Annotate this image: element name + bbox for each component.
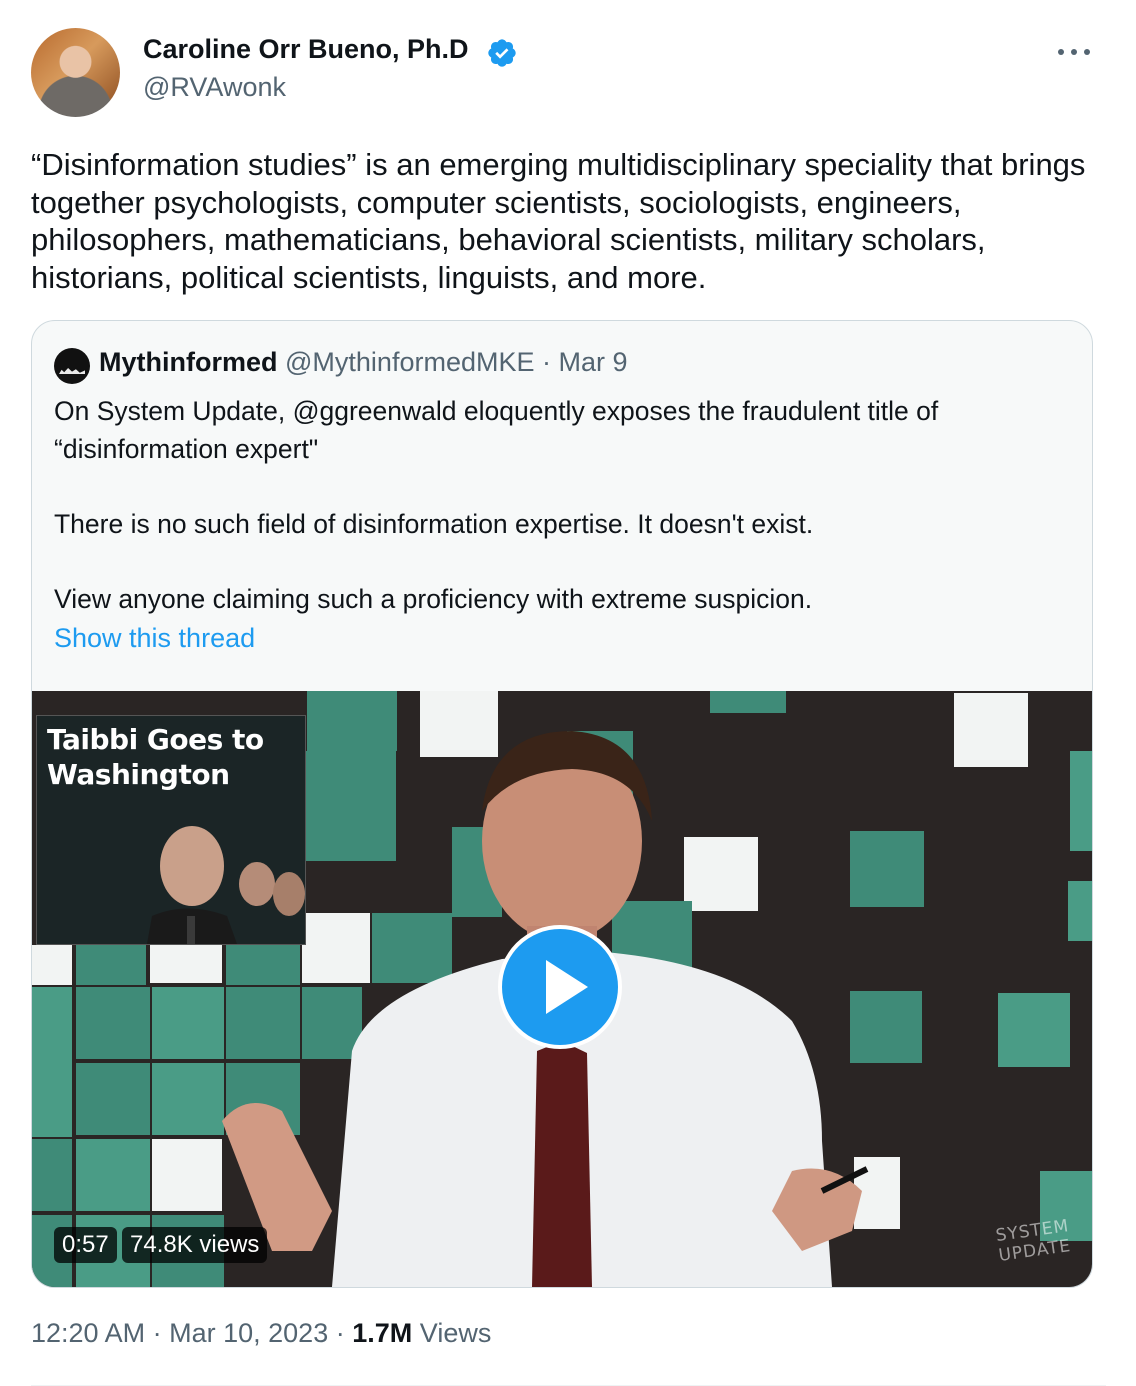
- view-count: 1.7M: [352, 1318, 413, 1348]
- show-thread-link[interactable]: Show this thread: [54, 623, 255, 654]
- tweet-time[interactable]: 12:20 AM: [31, 1318, 145, 1348]
- quoted-text: On System Update, @ggreenwald eloquently…: [54, 393, 1064, 618]
- inset-title: Taibbi Goes to Washington: [47, 723, 264, 791]
- quoted-date: Mar 9: [558, 347, 628, 377]
- quoted-text-line-2: There is no such field of disinformation…: [54, 508, 814, 539]
- views-label: Views: [419, 1318, 492, 1348]
- tweet-metadata: 12:20 AM · Mar 10, 2023 · 1.7M Views: [31, 1318, 491, 1349]
- author-name[interactable]: Caroline Orr Bueno, Ph.D: [143, 34, 469, 65]
- quoted-text-line-1: On System Update, @ggreenwald eloquently…: [54, 396, 939, 464]
- tweet-date[interactable]: Mar 10, 2023: [169, 1318, 328, 1348]
- quoted-header: Mythinformed @MythinformedMKE · Mar 9: [99, 347, 628, 378]
- author-handle[interactable]: @RVAwonk: [143, 72, 286, 103]
- meta-separator: ·: [335, 1318, 345, 1348]
- video-views: 74.8K views: [122, 1227, 268, 1263]
- video-player[interactable]: Taibbi Goes to Washington 0:57 74.8K vie…: [32, 691, 1092, 1287]
- quoted-author-name: Mythinformed: [99, 347, 278, 377]
- video-duration: 0:57: [54, 1227, 117, 1263]
- quoted-separator: ·: [542, 347, 552, 377]
- play-icon[interactable]: [498, 925, 622, 1049]
- meta-separator: ·: [152, 1318, 162, 1348]
- quoted-author-handle: @MythinformedMKE: [285, 347, 535, 377]
- quoted-author-avatar: [54, 348, 90, 384]
- quoted-text-line-3: View anyone claiming such a proficiency …: [54, 583, 813, 614]
- verified-badge-icon: [488, 39, 516, 67]
- more-options-icon[interactable]: [1058, 38, 1090, 66]
- quoted-tweet[interactable]: Mythinformed @MythinformedMKE · Mar 9 On…: [31, 320, 1093, 1288]
- inset-thumbnail: Taibbi Goes to Washington: [36, 715, 306, 945]
- author-avatar[interactable]: [31, 28, 120, 117]
- tweet-text: “Disinformation studies” is an emerging …: [31, 147, 1086, 295]
